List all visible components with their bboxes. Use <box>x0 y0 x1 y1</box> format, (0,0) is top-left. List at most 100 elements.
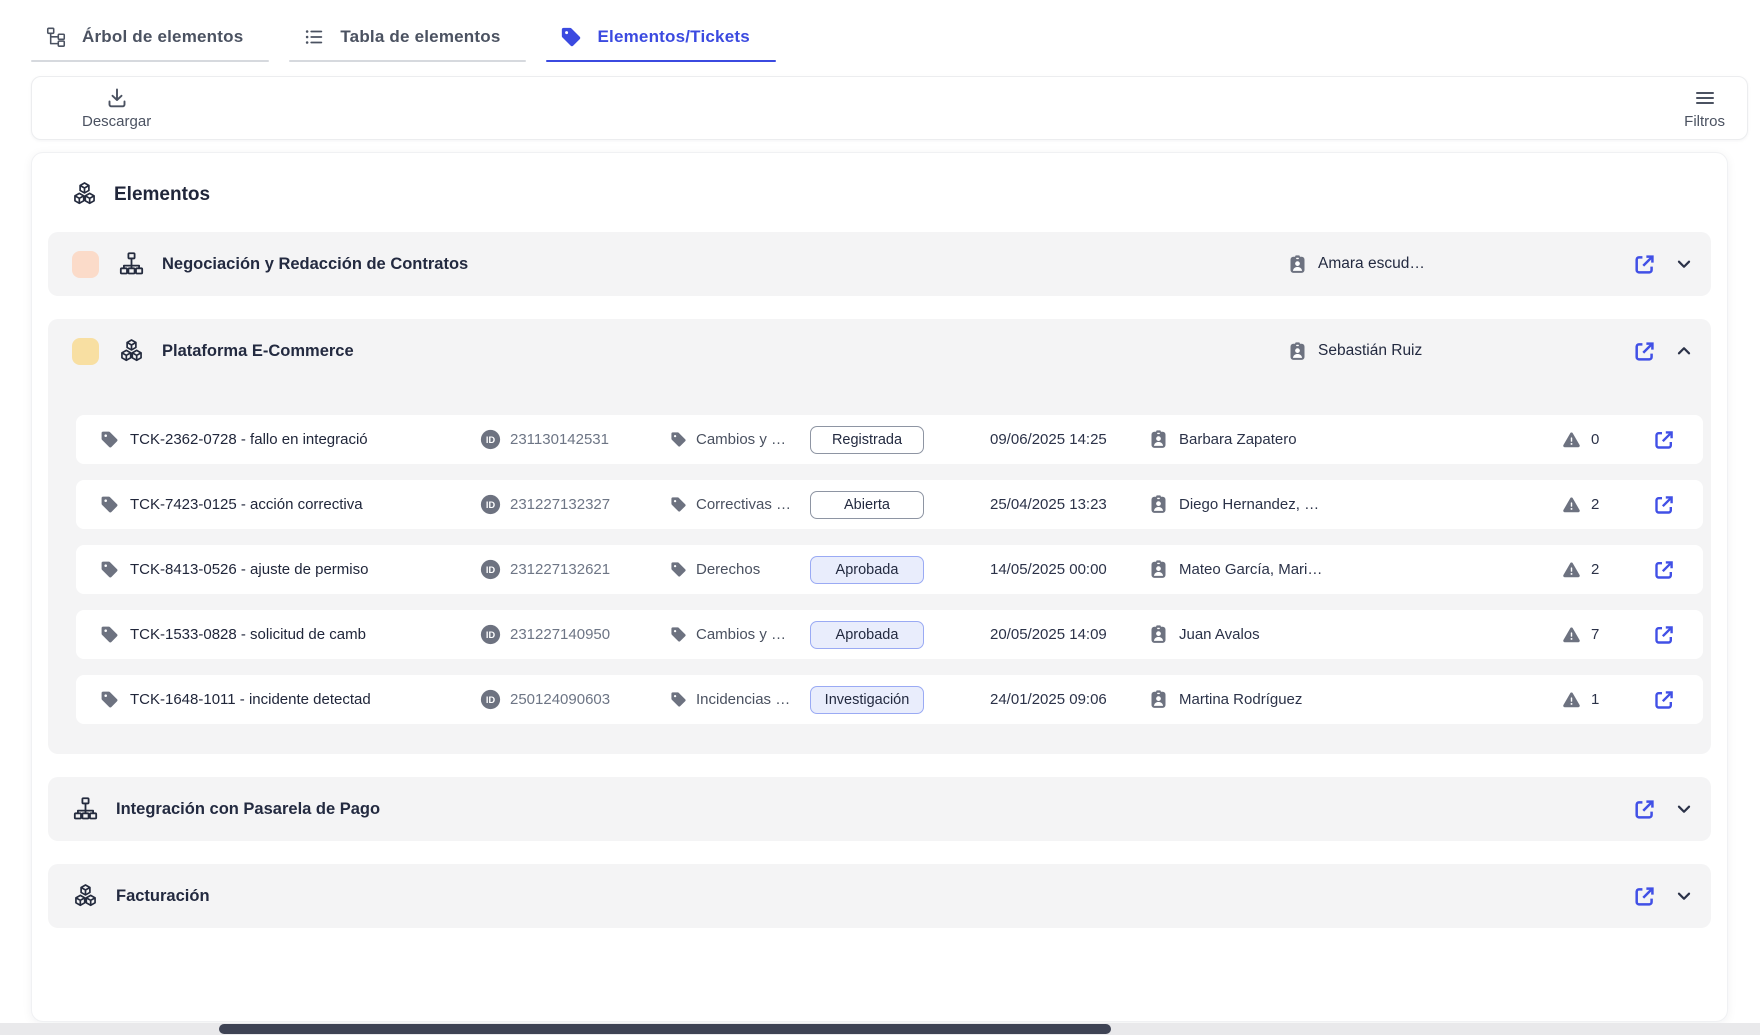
ticket-title-cell: TCK-1533-0828 - solicitud de camb <box>100 625 480 644</box>
ticket-id-cell: ID231227132621 <box>480 559 670 580</box>
chevron-up-icon <box>1673 340 1695 362</box>
open-group-button[interactable] <box>1632 252 1657 277</box>
warning-count: 2 <box>1591 561 1599 578</box>
horizontal-scrollbar[interactable] <box>0 1023 1760 1035</box>
status-badge[interactable]: Investigación <box>810 686 924 714</box>
status-cell: Aprobada <box>810 556 990 584</box>
external-link-icon <box>1652 428 1676 452</box>
filters-button[interactable]: Filtros <box>1684 86 1725 130</box>
tag-icon <box>100 430 119 449</box>
warnings-cell: 2 <box>1562 560 1652 579</box>
cubes-icon <box>71 181 98 208</box>
color-swatch <box>72 338 99 365</box>
open-ticket-button[interactable] <box>1652 688 1676 712</box>
group-title: Facturación <box>116 887 210 906</box>
warning-count: 2 <box>1591 496 1599 513</box>
open-cell <box>1652 623 1703 647</box>
badge-person-icon <box>1148 494 1169 515</box>
tab-elementos-tickets[interactable]: Elementos/Tickets <box>546 26 775 62</box>
ticket-title: TCK-2362-0728 - fallo en integració <box>130 431 368 448</box>
warning-icon <box>1562 495 1581 514</box>
assignee-name: Sebastián Ruiz <box>1318 342 1422 360</box>
status-badge[interactable]: Aprobada <box>810 556 924 584</box>
open-cell <box>1652 688 1703 712</box>
download-button[interactable]: Descargar <box>82 86 151 130</box>
external-link-icon <box>1632 339 1657 364</box>
assignee-cell: Mateo García, Mari… <box>1148 559 1562 580</box>
ticket-datetime: 09/06/2025 14:25 <box>990 431 1107 448</box>
ticket-title: TCK-7423-0125 - acción correctiva <box>130 496 363 513</box>
ticket-title-cell: TCK-7423-0125 - acción correctiva <box>100 495 480 514</box>
group-assignee: Sebastián Ruiz <box>1287 341 1632 362</box>
svg-text:ID: ID <box>486 565 496 575</box>
tab-tabla-de-elementos[interactable]: Tabla de elementos <box>289 26 526 62</box>
open-ticket-button[interactable] <box>1652 623 1676 647</box>
open-group-button[interactable] <box>1632 884 1657 909</box>
external-link-icon <box>1652 623 1676 647</box>
ticket-row[interactable]: TCK-1533-0828 - solicitud de camb ID 23122… <box>76 610 1703 659</box>
svg-text:ID: ID <box>486 630 496 640</box>
datetime-cell: 14/05/2025 00:00 <box>990 561 1148 578</box>
toggle-group-button[interactable] <box>1657 340 1695 362</box>
badge-person-icon <box>1287 341 1308 362</box>
open-ticket-button[interactable] <box>1652 428 1676 452</box>
tab-arbol-de-elementos[interactable]: Árbol de elementos <box>31 26 269 62</box>
ticket-assignee: Mateo García, Mari… <box>1179 561 1322 578</box>
badge-person-icon <box>1287 254 1308 275</box>
warning-count: 7 <box>1591 626 1599 643</box>
assignee-cell: Martina Rodríguez <box>1148 689 1562 710</box>
toggle-group-button[interactable] <box>1657 885 1695 907</box>
group-header[interactable]: Facturación <box>48 864 1711 928</box>
filters-label: Filtros <box>1684 113 1725 130</box>
tag-icon <box>100 625 119 644</box>
svg-text:ID: ID <box>486 500 496 510</box>
ticket-row[interactable]: TCK-7423-0125 - acción correctivaID23122… <box>76 480 1703 529</box>
ticket-category-cell: Derechos <box>670 561 810 578</box>
open-ticket-button[interactable] <box>1652 493 1676 517</box>
open-ticket-button[interactable] <box>1652 558 1676 582</box>
scrollbar-thumb[interactable] <box>219 1024 1111 1034</box>
badge-person-icon <box>1148 689 1169 710</box>
ticket-category: Correctivas … <box>696 496 791 513</box>
tag-icon <box>670 431 687 448</box>
id-icon: ID <box>480 689 501 710</box>
group-card: Facturación <box>48 864 1711 928</box>
ticket-id: 231227140950 <box>510 626 610 643</box>
sitemap-icon <box>118 251 145 278</box>
tag-icon <box>670 561 687 578</box>
toggle-group-button[interactable] <box>1657 798 1695 820</box>
status-badge[interactable]: Registrada <box>810 426 924 454</box>
assignee-name: Amara escud… <box>1318 255 1425 273</box>
warning-icon <box>1562 625 1581 644</box>
status-badge[interactable]: Abierta <box>810 491 924 519</box>
open-group-button[interactable] <box>1632 339 1657 364</box>
warnings-cell: 1 <box>1562 690 1652 709</box>
assignee-cell: Barbara Zapatero <box>1148 429 1562 450</box>
open-group-button[interactable] <box>1632 797 1657 822</box>
ticket-row[interactable]: TCK-2362-0728 - fallo en integracióID231… <box>76 415 1703 464</box>
warnings-cell: 7 <box>1562 625 1652 644</box>
group-header[interactable]: Integración con Pasarela de Pago <box>48 777 1711 841</box>
ticket-row[interactable]: TCK-1648-1011 - incidente detectadID2501… <box>76 675 1703 724</box>
svg-text:ID: ID <box>486 695 496 705</box>
cubes-icon <box>72 883 99 910</box>
toggle-group-button[interactable] <box>1657 253 1695 275</box>
tag-icon <box>100 690 119 709</box>
download-icon <box>105 86 129 110</box>
group-card: Integración con Pasarela de Pago <box>48 777 1711 841</box>
external-link-icon <box>1632 884 1657 909</box>
group-header[interactable]: Negociación y Redacción de ContratosAmar… <box>48 232 1711 296</box>
assignee-cell: Juan Avalos <box>1148 624 1562 645</box>
tab-underline <box>31 60 269 62</box>
status-cell: Registrada <box>810 426 990 454</box>
tag-icon <box>100 560 119 579</box>
ticket-category-cell: Incidencias … <box>670 691 810 708</box>
warning-icon <box>1562 430 1581 449</box>
ticket-row[interactable]: TCK-8413-0526 - ajuste de permisoID23122… <box>76 545 1703 594</box>
tab-underline <box>546 60 775 62</box>
status-badge[interactable]: Aprobada <box>810 621 924 649</box>
badge-person-icon <box>1148 624 1169 645</box>
elements-panel: Elementos Negociación y Redacción de Con… <box>31 152 1728 1022</box>
chevron-down-icon <box>1673 253 1695 275</box>
group-header[interactable]: Plataforma E-CommerceSebastián Ruiz <box>48 319 1711 383</box>
